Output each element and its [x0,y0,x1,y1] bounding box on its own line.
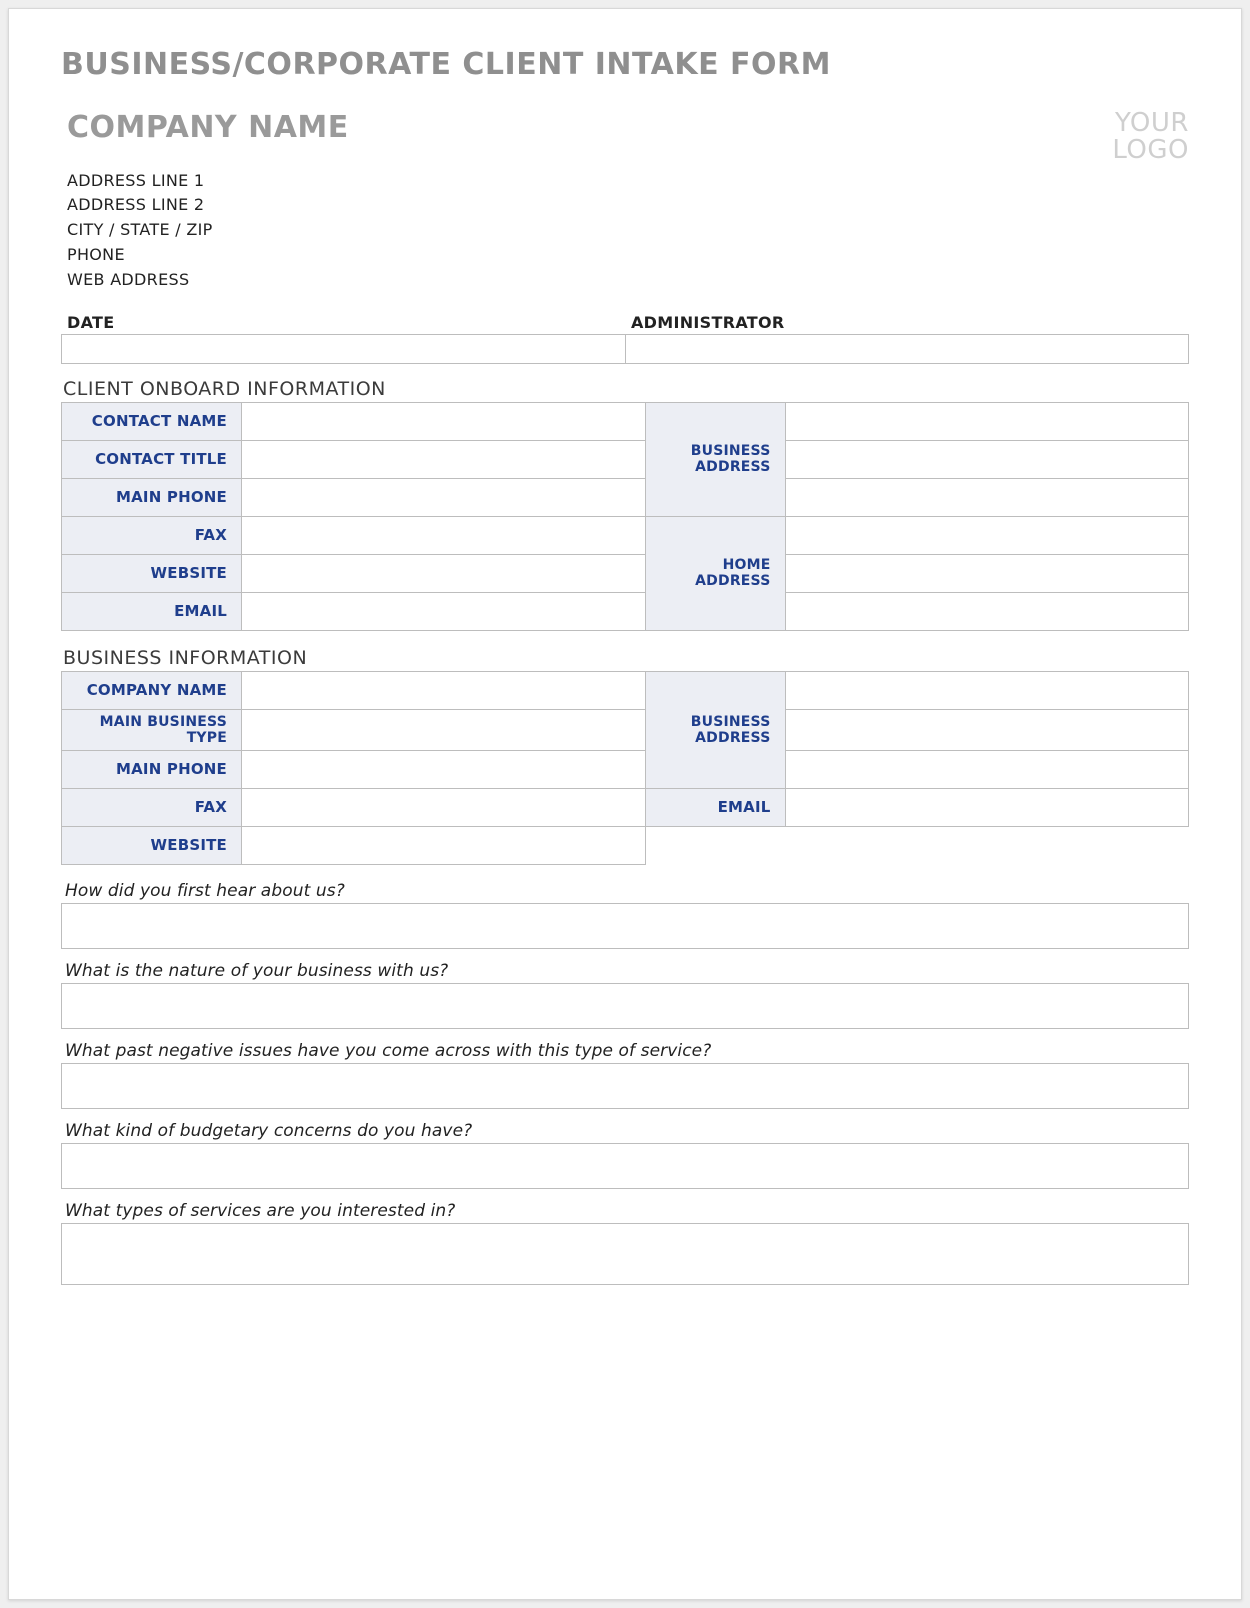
business-info-grid: COMPANY NAME BUSINESS ADDRESS MAIN BUSIN… [61,671,1189,865]
company-contact-lines: ADDRESS LINE 1 ADDRESS LINE 2 CITY / STA… [61,169,1189,293]
input-biz-business-address-1[interactable] [785,671,1189,709]
address-line-1: ADDRESS LINE 1 [67,169,1189,194]
lbl-client-fax: FAX [62,516,242,554]
question-4-input[interactable] [61,1143,1189,1189]
question-1-input[interactable] [61,903,1189,949]
lbl-client-main-phone: MAIN PHONE [62,478,242,516]
lbl-biz-fax: FAX [62,788,242,826]
lbl-client-business-address: BUSINESS ADDRESS [645,402,785,516]
question-5-label: What types of services are you intereste… [61,1201,1189,1221]
lbl-biz-company-name: COMPANY NAME [62,671,242,709]
input-client-business-address-1[interactable] [785,402,1189,440]
date-label: DATE [61,313,625,334]
company-name: COMPANY NAME [61,110,349,145]
address-line-2: ADDRESS LINE 2 [67,193,1189,218]
section-business-info-title: BUSINESS INFORMATION [61,647,1189,669]
input-biz-main-business-type[interactable] [242,709,646,750]
question-1-block: How did you first hear about us? [61,881,1189,949]
section-client-info-title: CLIENT ONBOARD INFORMATION [61,378,1189,400]
question-3-input[interactable] [61,1063,1189,1109]
phone-line: PHONE [67,243,1189,268]
date-input[interactable] [61,334,625,364]
lbl-biz-website: WEBSITE [62,826,242,864]
administrator-label: ADMINISTRATOR [625,313,1189,334]
question-3-block: What past negative issues have you come … [61,1041,1189,1109]
question-4-block: What kind of budgetary concerns do you h… [61,1121,1189,1189]
input-biz-fax[interactable] [242,788,646,826]
input-contact-name[interactable] [242,402,646,440]
input-client-fax[interactable] [242,516,646,554]
input-biz-company-name[interactable] [242,671,646,709]
lbl-contact-title: CONTACT TITLE [62,440,242,478]
administrator-input[interactable] [625,334,1189,364]
question-3-label: What past negative issues have you come … [61,1041,1189,1061]
input-biz-email[interactable] [785,788,1189,826]
question-5-input[interactable] [61,1223,1189,1285]
lbl-client-website: WEBSITE [62,554,242,592]
question-5-block: What types of services are you intereste… [61,1201,1189,1285]
question-2-block: What is the nature of your business with… [61,961,1189,1029]
input-client-home-address-2[interactable] [785,554,1189,592]
web-line: WEB ADDRESS [67,268,1189,293]
input-biz-main-phone[interactable] [242,750,646,788]
lbl-biz-main-phone: MAIN PHONE [62,750,242,788]
question-4-label: What kind of budgetary concerns do you h… [61,1121,1189,1141]
lbl-biz-business-address: BUSINESS ADDRESS [645,671,785,788]
input-biz-business-address-3[interactable] [785,750,1189,788]
input-contact-title[interactable] [242,440,646,478]
blank-cell [645,826,1189,864]
logo-placeholder: YOUR LOGO [1112,110,1189,165]
client-info-grid: CONTACT NAME BUSINESS ADDRESS CONTACT TI… [61,402,1189,631]
input-client-business-address-2[interactable] [785,440,1189,478]
question-2-label: What is the nature of your business with… [61,961,1189,981]
input-client-home-address-1[interactable] [785,516,1189,554]
question-2-input[interactable] [61,983,1189,1029]
input-client-main-phone[interactable] [242,478,646,516]
input-client-website[interactable] [242,554,646,592]
lbl-biz-email: EMAIL [645,788,785,826]
lbl-biz-main-business-type: MAIN BUSINESS TYPE [62,709,242,750]
input-client-home-address-3[interactable] [785,592,1189,630]
intake-form-page: BUSINESS/CORPORATE CLIENT INTAKE FORM CO… [8,8,1242,1600]
lbl-client-email: EMAIL [62,592,242,630]
header-row: COMPANY NAME YOUR LOGO [61,110,1189,165]
input-biz-website[interactable] [242,826,646,864]
input-client-business-address-3[interactable] [785,478,1189,516]
city-state-zip: CITY / STATE / ZIP [67,218,1189,243]
question-1-label: How did you first hear about us? [61,881,1189,901]
form-title: BUSINESS/CORPORATE CLIENT INTAKE FORM [61,47,1189,82]
lbl-contact-name: CONTACT NAME [62,402,242,440]
logo-line2: LOGO [1112,137,1189,164]
logo-line1: YOUR [1112,110,1189,137]
input-client-email[interactable] [242,592,646,630]
input-biz-business-address-2[interactable] [785,709,1189,750]
date-admin-row: DATE ADMINISTRATOR [61,313,1189,364]
lbl-client-home-address: HOME ADDRESS [645,516,785,630]
